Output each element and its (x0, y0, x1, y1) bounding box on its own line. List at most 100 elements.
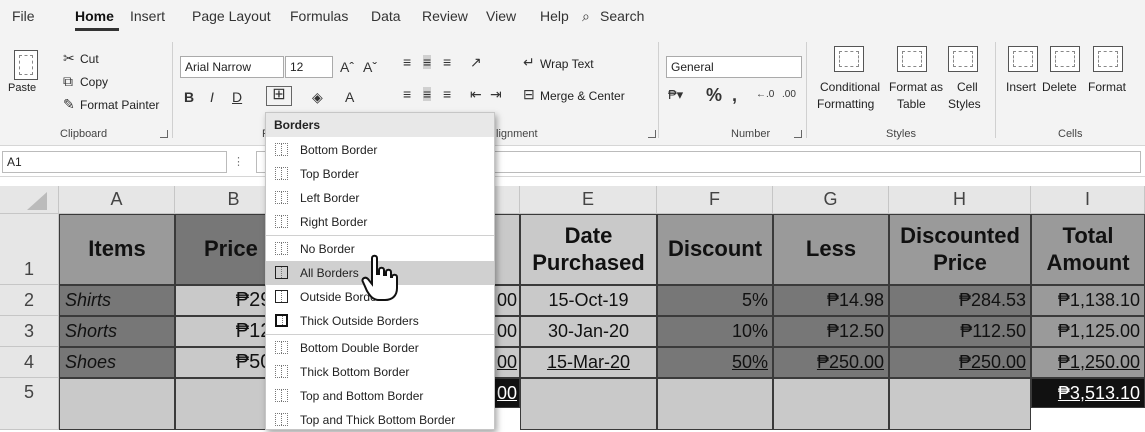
column-header-e[interactable]: E (520, 186, 657, 214)
shrink-font-icon[interactable]: Aˇ (363, 60, 377, 74)
align-right-icon[interactable]: ≡ (443, 87, 451, 101)
cell-h3[interactable]: ₱112.50 (889, 316, 1031, 347)
percent-style-icon[interactable]: % (706, 86, 722, 104)
bold-icon[interactable]: B (184, 90, 194, 104)
menu-item-thick-bottom-border[interactable]: Thick Bottom Border (266, 360, 494, 384)
tab-help[interactable]: Help (540, 8, 569, 24)
cell-styles-line1[interactable]: Cell (957, 80, 978, 94)
cell-i4[interactable]: ₱1,250.00 (1031, 347, 1145, 378)
tab-view[interactable]: View (486, 8, 516, 24)
tab-formulas[interactable]: Formulas (290, 8, 348, 24)
delete-cells-button[interactable]: Delete (1042, 80, 1077, 94)
row-header-5[interactable]: 5 (0, 378, 59, 430)
search-icon[interactable]: ⌕ (582, 8, 590, 25)
column-header-i[interactable]: I (1031, 186, 1145, 214)
menu-item-thick-outside-borders[interactable]: Thick Outside Borders (266, 309, 494, 333)
cell-a5[interactable] (59, 378, 175, 430)
decrease-decimal-icon[interactable]: .00 (782, 90, 796, 100)
menu-item-top-thick-bottom-border[interactable]: Top and Thick Bottom Border (266, 408, 494, 432)
row-header-4[interactable]: 4 (0, 347, 59, 378)
cell-f3[interactable]: 10% (657, 316, 773, 347)
font-size-select[interactable]: 12 (285, 56, 333, 78)
menu-item-bottom-double-border[interactable]: Bottom Double Border (266, 336, 494, 360)
menu-item-bottom-border[interactable]: Bottom Border (266, 138, 494, 162)
cell-g4[interactable]: ₱250.00 (773, 347, 889, 378)
menu-item-top-bottom-border[interactable]: Top and Bottom Border (266, 384, 494, 408)
cell-e3[interactable]: 30-Jan-20 (520, 316, 657, 347)
more-options-icon[interactable]: ⋮ (233, 155, 244, 168)
number-launcher-icon[interactable] (794, 130, 802, 138)
header-discount[interactable]: Discount (657, 214, 773, 285)
number-format-select[interactable]: General (666, 56, 802, 78)
cell-f5[interactable] (657, 378, 773, 430)
select-all-corner[interactable] (0, 186, 59, 214)
header-less[interactable]: Less (773, 214, 889, 285)
bottom-align-icon[interactable]: ≡ (443, 55, 451, 69)
font-name-select[interactable]: Arial Narrow (180, 56, 284, 78)
middle-align-icon[interactable]: ≡ (423, 55, 432, 69)
column-header-h[interactable]: H (889, 186, 1031, 214)
copy-icon[interactable]: ⧉ (63, 74, 73, 88)
insert-cells-icon[interactable] (1008, 46, 1038, 72)
fill-color-icon[interactable]: ◈ (312, 90, 323, 104)
copy-button[interactable]: Copy (80, 75, 108, 89)
wrap-text-icon[interactable]: ↵ (523, 55, 535, 69)
format-cells-button[interactable]: Format (1088, 80, 1126, 94)
format-painter-icon[interactable]: ✎ (63, 97, 75, 111)
tab-data[interactable]: Data (371, 8, 401, 24)
merge-center-button[interactable]: Merge & Center (540, 89, 625, 103)
cell-i5[interactable]: ₱3,513.10 (1031, 378, 1145, 408)
cell-e4[interactable]: 15-Mar-20 (520, 347, 657, 378)
format-as-table-line1[interactable]: Format as (889, 80, 943, 94)
header-date-purchased[interactable]: Date Purchased (520, 214, 657, 285)
menu-item-left-border[interactable]: Left Border (266, 186, 494, 210)
cell-f2[interactable]: 5% (657, 285, 773, 316)
font-color-icon[interactable]: A (345, 90, 354, 104)
conditional-formatting-icon[interactable] (834, 46, 864, 72)
name-box[interactable]: A1 (2, 151, 227, 173)
merge-icon[interactable]: ⊟ (523, 87, 535, 101)
tab-page-layout[interactable]: Page Layout (192, 8, 271, 24)
cell-a4[interactable]: Shoes (59, 347, 175, 378)
menu-item-top-border[interactable]: Top Border (266, 162, 494, 186)
cell-a3[interactable]: Shorts (59, 316, 175, 347)
cell-e2[interactable]: 15-Oct-19 (520, 285, 657, 316)
top-align-icon[interactable]: ≡ (403, 55, 411, 69)
accounting-format-icon[interactable]: ₱▾ (668, 88, 683, 101)
wrap-text-button[interactable]: Wrap Text (540, 57, 594, 71)
cell-g2[interactable]: ₱14.98 (773, 285, 889, 316)
cell-h4[interactable]: ₱250.00 (889, 347, 1031, 378)
borders-icon[interactable]: ⊞ (266, 86, 292, 106)
cell-i3[interactable]: ₱1,125.00 (1031, 316, 1145, 347)
format-cells-icon[interactable] (1093, 46, 1123, 72)
align-center-icon[interactable]: ≡ (423, 87, 432, 101)
tab-home[interactable]: Home (75, 8, 114, 24)
grow-font-icon[interactable]: Aˆ (340, 60, 354, 74)
row-header-2[interactable]: 2 (0, 285, 59, 316)
paste-button[interactable]: Paste (8, 82, 36, 94)
cell-e5[interactable] (520, 378, 657, 430)
scissors-icon[interactable]: ✂ (63, 51, 75, 65)
row-header-3[interactable]: 3 (0, 316, 59, 347)
decrease-indent-icon[interactable]: ⇤ (470, 87, 482, 101)
align-left-icon[interactable]: ≡ (403, 87, 411, 101)
tab-review[interactable]: Review (422, 8, 468, 24)
comma-style-icon[interactable]: , (732, 86, 737, 104)
cut-button[interactable]: Cut (80, 52, 99, 66)
menu-item-right-border[interactable]: Right Border (266, 210, 494, 234)
tab-search[interactable]: Search (600, 8, 644, 24)
cell-styles-icon[interactable] (948, 46, 978, 72)
tab-file[interactable]: File (12, 8, 35, 24)
cell-g5[interactable] (773, 378, 889, 430)
cell-h5[interactable] (889, 378, 1031, 430)
alignment-launcher-icon[interactable] (648, 130, 656, 138)
orientation-icon[interactable]: ↗ (470, 55, 482, 69)
column-header-g[interactable]: G (773, 186, 889, 214)
delete-cells-icon[interactable] (1050, 46, 1080, 72)
cell-a2[interactable]: Shirts (59, 285, 175, 316)
tab-insert[interactable]: Insert (130, 8, 165, 24)
column-header-f[interactable]: F (657, 186, 773, 214)
format-as-table-line2[interactable]: Table (897, 97, 926, 111)
header-total-amount[interactable]: Total Amount (1031, 214, 1145, 285)
cell-h2[interactable]: ₱284.53 (889, 285, 1031, 316)
